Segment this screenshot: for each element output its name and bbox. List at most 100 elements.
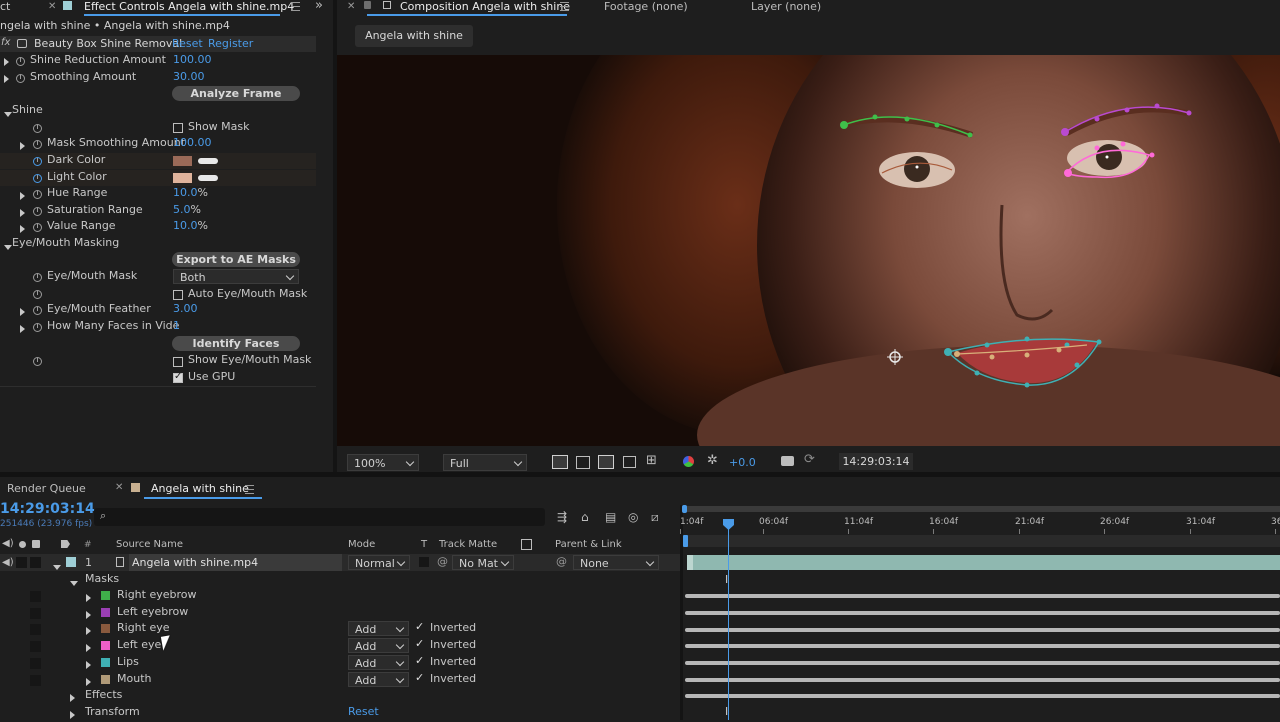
mask-row[interactable]: Mouth Add ✓ Inverted xyxy=(0,671,680,689)
collapse-eye-mouth[interactable] xyxy=(4,240,12,253)
expand-saturation[interactable] xyxy=(20,207,25,220)
region-of-interest-icon[interactable] xyxy=(623,456,636,468)
hue-range-value[interactable]: 10.0% xyxy=(173,186,208,199)
identify-faces-button[interactable]: Identify Faces xyxy=(172,336,300,351)
audio-icon[interactable]: ◀) xyxy=(2,538,14,549)
tab-layer[interactable]: Layer (none) xyxy=(751,0,821,14)
close-icon[interactable]: ✕ xyxy=(347,0,355,13)
transform-reset-link[interactable]: Reset xyxy=(348,705,379,718)
expand-smoothing[interactable] xyxy=(4,73,9,86)
mask-name[interactable]: Right eyebrow xyxy=(117,588,197,601)
mask-name[interactable]: Lips xyxy=(117,655,139,668)
expand-value-range[interactable] xyxy=(20,223,25,236)
shine-reduction-value[interactable]: 100.00 xyxy=(173,53,212,66)
fx-icon[interactable]: fx xyxy=(1,37,10,48)
mask-lock-switch[interactable] xyxy=(30,674,41,686)
stopwatch-icon[interactable] xyxy=(33,189,42,202)
eyedropper-icon[interactable] xyxy=(198,175,218,181)
mask-name[interactable]: Left eye xyxy=(117,638,161,651)
stopwatch-icon[interactable] xyxy=(33,173,42,186)
effect-enable-icon[interactable] xyxy=(17,39,27,48)
panel-menu-icon[interactable] xyxy=(245,485,254,494)
mask-smoothing-value[interactable]: 100.00 xyxy=(173,136,212,149)
mask-mode-dropdown[interactable]: Add xyxy=(348,621,409,637)
expand-shine-reduction[interactable] xyxy=(4,56,9,69)
mask-visibility-icon[interactable] xyxy=(598,455,614,469)
expand-mask[interactable] xyxy=(86,625,91,638)
expand-mask[interactable] xyxy=(86,676,91,689)
graph-editor-icon[interactable]: ⧄ xyxy=(651,510,659,525)
panel-overflow-icon[interactable]: » xyxy=(315,0,323,13)
frame-blending-icon[interactable]: ◎ xyxy=(628,510,638,524)
value-range-value[interactable]: 10.0% xyxy=(173,219,208,232)
grid-guides-icon[interactable]: ⊞ xyxy=(646,454,657,468)
use-gpu-checkbox[interactable] xyxy=(173,371,183,384)
hue-value[interactable]: 10.0 xyxy=(173,186,198,199)
col-track-matte[interactable]: Track Matte xyxy=(439,539,497,550)
solo-switch[interactable] xyxy=(16,557,27,568)
analyze-frame-button[interactable]: Analyze Frame xyxy=(172,86,300,101)
mask-row[interactable]: Left eye Add ✓ Inverted xyxy=(0,637,680,655)
faces-value[interactable]: 1 xyxy=(173,319,180,332)
dark-color-swatch[interactable] xyxy=(173,156,192,166)
layer-name[interactable]: Angela with shine.mp4 xyxy=(129,554,342,571)
resolution-dropdown[interactable]: Full xyxy=(443,454,527,471)
close-icon[interactable]: ✕ xyxy=(48,0,56,13)
mask-lock-switch[interactable] xyxy=(30,641,41,653)
mask-color-swatch[interactable] xyxy=(101,591,110,600)
stopwatch-icon[interactable] xyxy=(33,289,42,302)
draft-3d-icon[interactable]: ⌂ xyxy=(581,510,589,524)
channels-icon[interactable] xyxy=(683,456,694,467)
stopwatch-icon[interactable] xyxy=(16,56,25,69)
mask-name[interactable]: Right eye xyxy=(117,621,170,634)
lock-switch[interactable] xyxy=(30,557,41,568)
lock-icon[interactable] xyxy=(364,1,371,9)
col-source-name[interactable]: Source Name xyxy=(116,539,183,550)
reset-link[interactable]: Reset xyxy=(172,37,203,50)
transparency-grid-icon[interactable] xyxy=(576,456,590,469)
col-parent-link[interactable]: Parent & Link xyxy=(555,539,622,550)
video-visibility-icon[interactable]: ◀) xyxy=(2,557,14,568)
collapse-layer[interactable] xyxy=(53,560,61,573)
comp-mini-flowchart-icon[interactable]: ⇶ xyxy=(557,510,567,524)
expand-mask[interactable] xyxy=(86,592,91,605)
comp-viewer[interactable] xyxy=(337,55,1280,446)
panel-menu-icon[interactable] xyxy=(291,2,300,11)
mask-color-swatch[interactable] xyxy=(101,607,110,617)
viewer-timecode[interactable]: 14:29:03:14 xyxy=(839,453,913,470)
track-matte-dropdown[interactable]: No Mat xyxy=(452,555,514,570)
mask-row[interactable]: Lips Add ✓ Inverted xyxy=(0,654,680,672)
solo-icon[interactable] xyxy=(19,541,26,548)
expand-mask[interactable] xyxy=(86,609,91,622)
stopwatch-icon[interactable] xyxy=(33,222,42,235)
panel-tab-fragment[interactable]: ct xyxy=(0,0,10,14)
panel-menu-icon[interactable] xyxy=(560,2,569,11)
expand-feather[interactable] xyxy=(20,306,25,319)
mask-row[interactable]: Left eyebrow xyxy=(0,605,680,621)
mask-lock-switch[interactable] xyxy=(30,657,41,669)
expand-mask[interactable] xyxy=(86,659,91,672)
matte-link-icon[interactable]: @ xyxy=(437,555,448,568)
eye-mouth-mask-dropdown[interactable]: Both xyxy=(173,269,299,284)
stopwatch-icon[interactable] xyxy=(33,156,42,169)
layer-bar-in-point[interactable] xyxy=(687,555,693,570)
mask-color-swatch[interactable] xyxy=(101,624,110,634)
mask-color-swatch[interactable] xyxy=(101,657,110,667)
exposure-value[interactable]: +0.0 xyxy=(729,456,756,469)
close-icon[interactable]: ✕ xyxy=(115,482,123,493)
playhead-handle[interactable] xyxy=(723,519,734,530)
light-color-swatch[interactable] xyxy=(173,173,192,183)
mask-color-swatch[interactable] xyxy=(101,641,110,651)
stopwatch-icon[interactable] xyxy=(33,206,42,219)
stopwatch-icon[interactable] xyxy=(33,272,42,285)
current-timecode[interactable]: 14:29:03:14 xyxy=(0,501,95,517)
layer-label-color[interactable] xyxy=(66,557,76,567)
eyedropper-icon[interactable] xyxy=(198,158,218,164)
mask-name[interactable]: Left eyebrow xyxy=(117,605,188,618)
ruler-track[interactable] xyxy=(685,535,1280,547)
search-field[interactable]: ⌕ xyxy=(94,508,545,526)
preserve-transparency[interactable] xyxy=(419,557,429,567)
lock-icon[interactable] xyxy=(32,540,40,548)
expand-mask[interactable] xyxy=(86,642,91,655)
layer-duration-bar[interactable] xyxy=(687,555,1280,570)
